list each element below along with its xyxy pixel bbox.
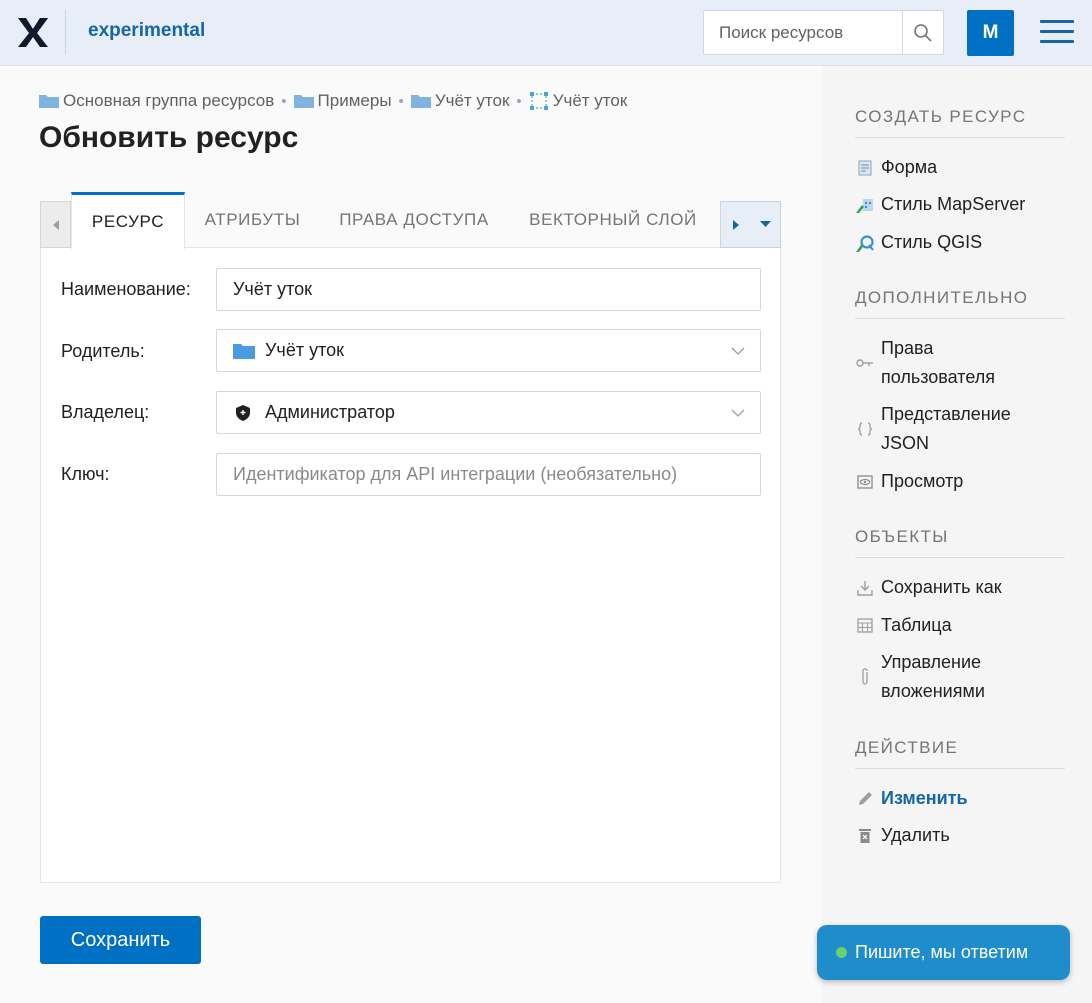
chat-widget-button[interactable]: Пишите, мы ответим — [817, 925, 1070, 980]
menu-button[interactable] — [1040, 20, 1074, 44]
sidebar-item-form[interactable]: Форма — [855, 153, 1065, 182]
sidebar: СОЗДАТЬ РЕСУРС Форма Стиль MapServer Сти… — [822, 66, 1092, 1003]
sidebar-item-preview[interactable]: Просмотр — [855, 467, 1065, 496]
tab-vector-layer[interactable]: ВЕКТОРНЫЙ СЛОЙ — [508, 192, 718, 248]
download-icon — [857, 580, 873, 596]
tab-scroll-left-button[interactable] — [40, 201, 71, 248]
logo-divider — [65, 10, 66, 54]
online-status-icon — [836, 947, 847, 958]
key-label: Ключ: — [61, 464, 110, 484]
breadcrumb-separator: • — [281, 92, 287, 110]
sidebar-heading-objects: ОБЪЕКТЫ — [855, 527, 1065, 558]
key-icon — [856, 359, 873, 367]
caret-down-icon — [759, 221, 771, 227]
owner-select[interactable]: Администратор — [216, 391, 761, 434]
search-icon — [914, 23, 932, 42]
logo-icon[interactable] — [16, 14, 50, 50]
tab-scroll-right-button[interactable] — [721, 202, 751, 247]
tab-permissions[interactable]: ПРАВА ДОСТУПА — [320, 192, 508, 248]
sidebar-heading-action: ДЕЙСТВИЕ — [855, 738, 1065, 769]
paperclip-icon — [862, 668, 868, 685]
breadcrumb: Основная группа ресурсов • Примеры • Учё… — [39, 91, 627, 111]
sidebar-item-delete[interactable]: Удалить — [855, 821, 1065, 850]
breadcrumb-item[interactable]: Основная группа ресурсов — [39, 91, 274, 111]
qgis-style-icon — [856, 234, 874, 252]
breadcrumb-separator: • — [516, 92, 522, 110]
shield-icon — [236, 404, 250, 421]
breadcrumb-current: Учёт уток — [529, 91, 627, 111]
mapserver-style-icon — [856, 198, 873, 213]
sidebar-item-attachments[interactable]: Управление вложениями — [855, 648, 1065, 706]
folder-icon — [39, 95, 59, 108]
tab-menu-button[interactable] — [751, 202, 781, 247]
name-label: Наименование: — [61, 279, 191, 299]
key-field-box — [216, 453, 761, 496]
tab-resource[interactable]: РЕСУРС — [71, 192, 185, 249]
name-input[interactable] — [233, 269, 760, 310]
breadcrumb-separator: • — [398, 92, 404, 110]
table-icon — [857, 618, 873, 633]
eye-icon — [857, 474, 873, 489]
parent-select[interactable]: Учёт уток — [216, 329, 761, 372]
search-input[interactable] — [704, 11, 902, 54]
folder-icon — [293, 95, 314, 108]
search-button[interactable] — [902, 11, 943, 54]
search-box — [703, 10, 944, 55]
vector-layer-icon — [529, 92, 548, 110]
braces-icon — [857, 422, 873, 436]
page-title: Обновить ресурс — [39, 121, 299, 154]
sidebar-item-user-permissions[interactable]: Права пользователя — [855, 334, 1065, 392]
top-bar: experimental M — [0, 0, 1092, 66]
breadcrumb-item[interactable]: Учёт уток — [410, 91, 509, 111]
chat-label: Пишите, мы ответим — [855, 942, 1029, 962]
key-input[interactable] — [233, 454, 760, 495]
save-button[interactable]: Сохранить — [40, 916, 201, 964]
sidebar-heading-extra: ДОПОЛНИТЕЛЬНО — [855, 288, 1065, 319]
name-field-box — [216, 268, 761, 311]
folder-icon — [233, 343, 255, 359]
folder-icon — [410, 95, 431, 108]
sidebar-item-qgis-style[interactable]: Стиль QGIS — [855, 228, 1065, 257]
owner-value: Администратор — [265, 402, 395, 422]
pencil-icon — [859, 791, 872, 805]
app-name[interactable]: experimental — [88, 20, 205, 42]
sidebar-item-json-view[interactable]: Представление JSON — [855, 400, 1065, 458]
owner-label: Владелец: — [61, 402, 150, 422]
caret-left-icon — [52, 219, 59, 230]
chevron-down-icon — [731, 409, 745, 417]
sidebar-heading-create: СОЗДАТЬ РЕСУРС — [855, 107, 1065, 138]
tab-scroll-controls — [720, 201, 781, 248]
parent-value: Учёт уток — [265, 340, 344, 360]
avatar[interactable]: M — [967, 10, 1014, 56]
sidebar-item-edit[interactable]: Изменить — [855, 784, 1065, 813]
tab-attributes[interactable]: АТРИБУТЫ — [185, 192, 320, 248]
breadcrumb-item[interactable]: Примеры — [293, 91, 392, 111]
sidebar-item-mapserver-style[interactable]: Стиль MapServer — [855, 190, 1065, 219]
sidebar-item-save-as[interactable]: Сохранить как — [855, 573, 1065, 602]
parent-label: Родитель: — [61, 341, 145, 361]
tab-strip: РЕСУРС АТРИБУТЫ ПРАВА ДОСТУПА ВЕКТОРНЫЙ … — [40, 192, 781, 249]
trash-icon — [859, 829, 871, 843]
caret-right-icon — [732, 219, 739, 230]
form-icon — [858, 160, 872, 175]
hamburger-icon — [1040, 20, 1074, 23]
sidebar-item-table[interactable]: Таблица — [855, 611, 1065, 640]
chevron-down-icon — [731, 347, 745, 355]
